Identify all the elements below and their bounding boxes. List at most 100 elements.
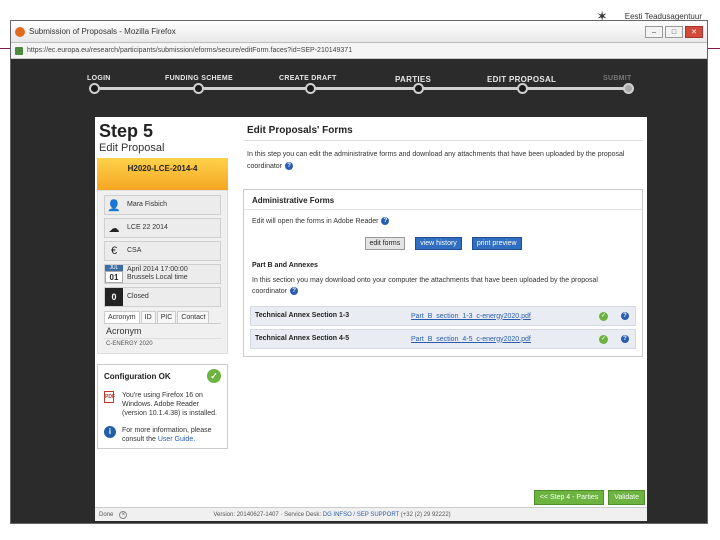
config-header: Configuration OK ✓ — [104, 369, 221, 383]
edit-forms-button[interactable]: edit forms — [364, 237, 406, 250]
step-title: Step 5 — [99, 121, 154, 141]
slide: ✶ Eesti Teadusagentuur Submission of Pro… — [0, 0, 720, 540]
step-dot-funding — [193, 83, 204, 94]
config-firefox-text: You're using Firefox 16 on Windows. Adob… — [122, 392, 217, 417]
checkmark-icon: ✓ — [207, 369, 221, 383]
support-link[interactable]: DG INFSO / SEP SUPPORT — [323, 512, 399, 518]
window-title: Submission of Proposals - Mozilla Firefo… — [29, 27, 176, 36]
part-b-text: In this section you may download onto yo… — [244, 269, 642, 303]
window-controls: – □ ✕ — [645, 25, 703, 38]
topic-row: ☁ LCE 22 2014 — [104, 218, 221, 238]
admin-forms-text: Edit will open the forms in Adobe Reader… — [244, 210, 642, 233]
help-icon[interactable]: ? — [621, 312, 629, 320]
euro-icon: € — [110, 245, 118, 257]
type-row: € CSA — [104, 241, 221, 261]
version-text: Version: 20140627-1407 · Service Desk: — [213, 511, 322, 518]
coordinator-name: Mara Fisbich — [127, 201, 168, 208]
page-title: Edit Proposals' Forms — [243, 117, 643, 141]
close-icon[interactable]: ✕ — [685, 25, 703, 38]
config-firefox-row: PDF You're using Firefox 16 on Windows. … — [104, 391, 221, 418]
help-icon[interactable]: ? — [285, 162, 294, 171]
tab-acronym[interactable]: Acronym — [104, 311, 140, 323]
tab-pic[interactable]: PIC — [156, 311, 177, 323]
address-bar[interactable]: https://ec.europa.eu/research/participan… — [11, 43, 707, 59]
validate-button[interactable]: Validate — [608, 490, 645, 505]
user-guide-link[interactable]: User Guide. — [158, 436, 195, 443]
configuration-panel: Configuration OK ✓ PDF You're using Fire… — [97, 364, 228, 449]
acronym-label: Acronym — [106, 326, 142, 336]
wizard-track — [95, 87, 630, 90]
navigation-buttons: << Step 4 - Parties Validate — [533, 490, 645, 505]
table-row: Technical Annex Section 1-3 Part_B_secti… — [250, 306, 636, 326]
status-row: 0 Closed — [104, 287, 221, 307]
previous-step-button[interactable]: << Step 4 - Parties — [533, 490, 605, 505]
lock-icon — [15, 46, 23, 55]
deadline-timezone: Brussels Local time — [127, 274, 188, 281]
status-text: Closed — [127, 293, 149, 300]
status-bar: Done × Version: 20140627-1407 · Service … — [95, 507, 647, 521]
calendar-day: 01 — [105, 271, 123, 283]
call-identifier: H2020-LCE-2014-4 — [97, 158, 228, 190]
firefox-icon — [15, 26, 25, 37]
left-column: Step 5 Edit Proposal H2020-LCE-2014-4 👤 … — [95, 117, 230, 449]
intro-body: In this step you can edit the administra… — [247, 151, 625, 170]
step-submit: SUBMIT — [603, 75, 632, 82]
deadline-date: April 2014 17:00:00 — [127, 266, 188, 273]
step-dot-draft — [305, 83, 316, 94]
step-login[interactable]: LOGIN — [87, 75, 111, 82]
forms-box: Administrative Forms Edit will open the … — [243, 189, 643, 357]
right-column: Edit Proposals' Forms In this step you c… — [243, 117, 643, 357]
annex-file-link[interactable]: Part_B_section_1-3_c-energy2020.pdf — [411, 313, 599, 320]
annex-name: Technical Annex Section 4-5 — [255, 335, 350, 342]
status-count: 0 — [105, 288, 123, 306]
step-funding-scheme[interactable]: FUNDING SCHEME — [165, 75, 233, 82]
annex-file-link[interactable]: Part_B_section_4-5_c-energy2020.pdf — [411, 336, 599, 343]
support-contact: (+32 (2) 29 92222) — [400, 511, 451, 518]
checkmark-icon: ✓ — [599, 311, 608, 321]
admin-forms-title: Administrative Forms — [244, 190, 642, 210]
browser-window: Submission of Proposals - Mozilla Firefo… — [10, 20, 708, 524]
wizard-steps: LOGIN FUNDING SCHEME CREATE DRAFT PARTIE… — [85, 73, 635, 111]
checkmark-icon: ✓ — [599, 334, 608, 344]
address-url[interactable]: https://ec.europa.eu/research/participan… — [27, 47, 352, 54]
minimize-icon[interactable]: – — [645, 25, 663, 38]
admin-forms-note: Edit will open the forms in Adobe Reader — [252, 218, 379, 225]
intro-text: In this step you can edit the administra… — [243, 141, 643, 181]
config-info: For more information, please consult the… — [122, 426, 221, 444]
config-title: Configuration OK — [104, 371, 171, 381]
step-create-draft[interactable]: CREATE DRAFT — [279, 75, 337, 82]
status-done: Done — [99, 511, 114, 518]
config-info-row: i For more information, please consult t… — [104, 426, 221, 444]
help-icon[interactable]: ? — [290, 287, 299, 296]
acronym-tabs: Acronym ID PIC Contact — [104, 311, 221, 324]
step-parties[interactable]: PARTIES — [395, 75, 431, 84]
step-dot-parties — [413, 83, 424, 94]
deadline-text: April 2014 17:00:00 Brussels Local time — [123, 266, 188, 282]
close-icon[interactable]: × — [119, 510, 128, 519]
window-titlebar: Submission of Proposals - Mozilla Firefo… — [11, 21, 707, 43]
page-content: Step 5 Edit Proposal H2020-LCE-2014-4 👤 … — [95, 117, 647, 521]
tab-contact[interactable]: Contact — [177, 311, 210, 323]
print-preview-button[interactable]: print preview — [471, 237, 522, 250]
step-dot-login — [89, 83, 100, 94]
acronym-value: C-ENERGY 2020 — [104, 338, 221, 349]
pdf-icon: PDF — [104, 391, 115, 403]
action-type: CSA — [127, 247, 142, 254]
proposal-summary: 👤 Mara Fisbich ☁ LCE 22 2014 € CSA JUL 0… — [97, 190, 228, 354]
tab-id[interactable]: ID — [140, 311, 156, 323]
version-info: Version: 20140627-1407 · Service Desk: D… — [213, 512, 450, 518]
part-b-title: Part B and Annexes — [252, 262, 318, 269]
cloud-icon: ☁ — [108, 222, 120, 235]
part-b-note: In this section you may download onto yo… — [252, 277, 598, 295]
step-dot-edit — [517, 83, 528, 94]
maximize-icon[interactable]: □ — [665, 25, 683, 38]
forms-actions: edit forms view history print preview — [244, 233, 642, 258]
table-row: Technical Annex Section 4-5 Part_B_secti… — [250, 329, 636, 349]
info-icon: i — [104, 426, 116, 438]
step-subtitle: Edit Proposal — [99, 142, 165, 154]
help-icon[interactable]: ? — [621, 335, 629, 343]
help-icon[interactable]: ? — [381, 217, 390, 226]
topic-code: LCE 22 2014 — [127, 224, 168, 231]
view-history-button[interactable]: view history — [415, 237, 462, 250]
person-icon: 👤 — [107, 199, 121, 212]
